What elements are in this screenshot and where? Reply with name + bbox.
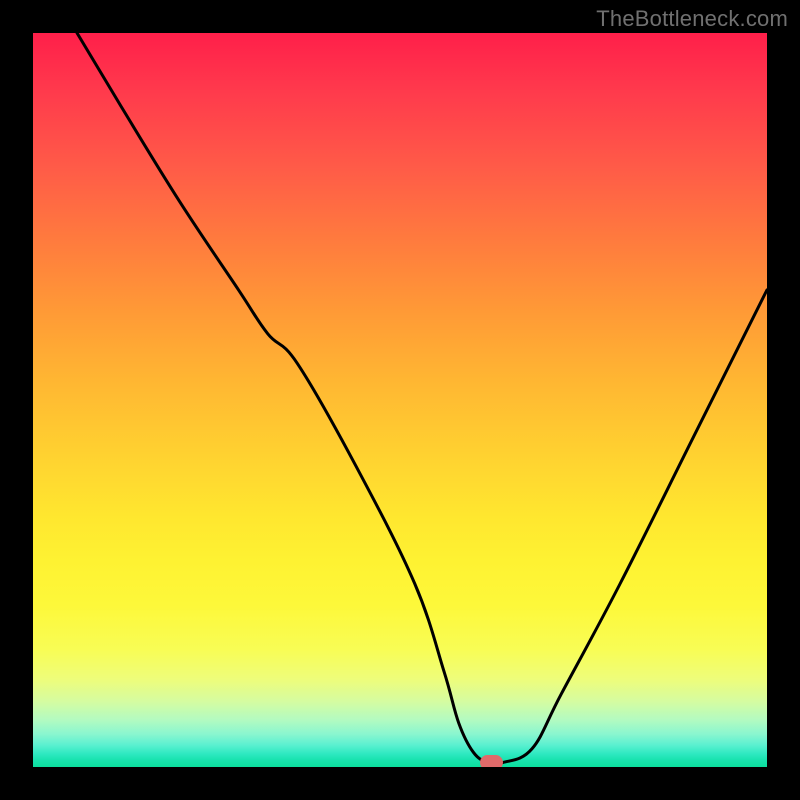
chart-frame: TheBottleneck.com	[0, 0, 800, 800]
optimal-marker	[480, 755, 503, 767]
bottleneck-curve	[77, 33, 767, 764]
watermark-text: TheBottleneck.com	[596, 6, 788, 32]
curve-layer	[33, 33, 767, 767]
plot-area	[33, 33, 767, 767]
